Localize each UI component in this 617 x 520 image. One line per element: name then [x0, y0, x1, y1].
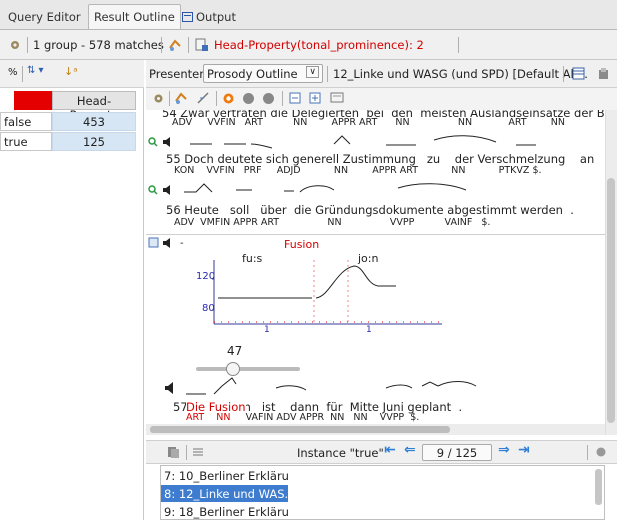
sentence-56-text: 56 Heute soll über die Gründungsdokument…	[166, 203, 574, 217]
presenter-select[interactable]: Prosody Outline ∨	[203, 64, 323, 83]
tab-result-outline[interactable]: Result Outline	[88, 4, 181, 29]
sentence-54-pos: ADV VVFIN ART NN APPR ART NN NN ART NN	[172, 117, 565, 128]
draw-icon[interactable]	[196, 91, 210, 105]
sentence-56-pos: ADV VMFIN APPR ART NN VVPP VAINF $.	[174, 217, 491, 228]
result-info-bar: 1 group - 578 matches Head-Property(tona…	[0, 30, 617, 60]
sentence-57-pos-highlight: ART NN	[186, 412, 231, 423]
record-icon[interactable]	[222, 92, 235, 105]
prosody-outline-view: 54 Zwar vertraten die Delegierten bei de…	[146, 110, 605, 435]
list-item[interactable]: 9: 18_Berliner Erklärun...	[161, 503, 289, 520]
output-icon	[182, 12, 193, 22]
slider-value: 47	[227, 344, 243, 358]
window-icon[interactable]	[572, 67, 585, 80]
row-label-true[interactable]: true	[0, 132, 52, 151]
copy-icon[interactable]	[166, 445, 180, 459]
sort-az-icon[interactable]: ⇅ ▾	[27, 65, 44, 76]
keyboard-icon[interactable]	[330, 91, 344, 104]
tab-output-label: Output	[196, 10, 236, 24]
instance-label: Instance "true"	[297, 446, 384, 460]
export-icon[interactable]	[597, 67, 610, 80]
first-instance-button[interactable]: ⇤	[384, 442, 396, 458]
head-property-column-header[interactable]: Head-Property	[52, 91, 136, 122]
sort-desc-icon[interactable]: ↓ᵃ	[64, 65, 78, 78]
link-icon[interactable]	[174, 91, 188, 105]
pitch-contour-plot	[212, 260, 442, 325]
pitch-plot-title: Fusion	[284, 238, 320, 251]
instance-navigation-bar: Instance "true" ⇤ ⇐ 9 / 125 ⇒ ⇥	[146, 440, 617, 464]
vertical-scrollbar-thumb[interactable]	[607, 178, 615, 423]
outline-toolbar	[146, 88, 617, 110]
head-property-label: Head-Property(tonal_prominence): 2	[214, 38, 424, 52]
zoom-play-icon[interactable]	[148, 136, 176, 148]
contour-56	[184, 183, 467, 193]
expand-icon[interactable]	[309, 92, 321, 104]
gear-icon[interactable]	[9, 39, 21, 51]
last-instance-button[interactable]: ⇥	[518, 442, 530, 458]
collapse-icon[interactable]	[289, 92, 301, 104]
presenter-toolbar: Presenter Prosody Outline ∨ 12_Linke und…	[146, 60, 617, 88]
list-scrollbar-thumb[interactable]	[595, 469, 602, 505]
sentence-55-pos: KON VVFIN PRF ADJD NN APPR ART NN PTKVZ …	[174, 165, 542, 176]
image-play-icon[interactable]	[148, 237, 174, 249]
match-count: 1 group - 578 matches	[33, 38, 164, 52]
instance-list: 7: 10_Berliner Erklärun... 8: 12_Linke u…	[160, 465, 605, 520]
list-icon[interactable]	[192, 446, 204, 458]
filter-icon[interactable]	[194, 37, 210, 53]
previous-instance-button[interactable]: ⇐	[404, 442, 416, 458]
list-item[interactable]: 7: 10_Berliner Erklärun...	[161, 467, 289, 484]
list-item-selected[interactable]: 8: 12_Linke und WAS...	[161, 485, 288, 502]
group-table-toolbar: % ⇅ ▾ ↓ᵃ	[0, 60, 144, 88]
sentence-55-text: 55 Doch deutete sich generell Zustimmung…	[166, 152, 605, 166]
contour-55	[190, 135, 536, 149]
document-title: 12_Linke und WASG (und SPD) [Default All…	[333, 67, 588, 81]
next-instance-button[interactable]: ⇒	[498, 442, 510, 458]
row-value-true[interactable]: 125	[52, 132, 136, 151]
chevron-down-icon: ∨	[306, 66, 319, 78]
percent-toggle[interactable]: %	[8, 67, 18, 78]
tab-output[interactable]: Output	[176, 4, 242, 29]
stop-icon[interactable]	[596, 447, 606, 457]
contour-57	[186, 377, 477, 395]
pitch-slider[interactable]	[196, 367, 300, 371]
color-swatch	[14, 91, 52, 110]
settings-icon[interactable]	[153, 93, 164, 104]
x-tick-label: 1	[366, 325, 372, 335]
play-icon[interactable]	[164, 382, 176, 394]
circle-icon[interactable]	[262, 92, 275, 105]
presenter-select-value: Prosody Outline	[207, 67, 298, 81]
link-icon[interactable]	[167, 37, 183, 53]
zoom-play-icon[interactable]	[148, 184, 176, 196]
x-tick-label: 1	[264, 325, 270, 335]
instance-counter-field[interactable]: 9 / 125	[422, 444, 492, 461]
row-label-false[interactable]: false	[0, 112, 52, 131]
circle-icon[interactable]	[242, 92, 255, 105]
tab-bar: Query Editor Result Outline Output	[0, 0, 617, 30]
presenter-label: Presenter	[149, 67, 204, 81]
row-value-false[interactable]: 453	[52, 112, 136, 131]
tab-query-editor[interactable]: Query Editor	[2, 4, 87, 29]
horizontal-scrollbar-thumb[interactable]	[150, 426, 450, 433]
